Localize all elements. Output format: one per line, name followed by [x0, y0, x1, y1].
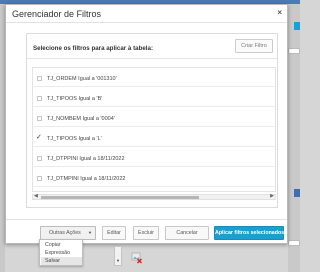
close-icon[interactable]: ×: [277, 8, 282, 17]
apply-filters-button[interactable]: Aplicar filtros selecionados: [214, 226, 284, 240]
filter-checkbox[interactable]: [37, 116, 42, 121]
cancel-button[interactable]: Cancelar: [165, 226, 209, 240]
menu-item-save[interactable]: Salvar: [41, 257, 82, 265]
filter-panel: Selecione os filtros para aplicar à tabe…: [26, 33, 278, 208]
filter-label: TJ_NOMBEM Igual a '0004': [47, 116, 115, 122]
dialog-title: Gerenciador de Filtros: [12, 9, 102, 19]
other-actions-label: Outras Ações: [49, 230, 81, 236]
filter-row[interactable]: TJ_TIPOOS Igual a 'L': [33, 131, 275, 147]
scroll-right-icon[interactable]: ▶: [270, 193, 274, 199]
filter-label: TJ_DTPPINI Igual a 18/11/2022: [47, 156, 125, 162]
filter-row[interactable]: TJ_ORDEM Igual a '001310': [33, 71, 275, 87]
filter-checkbox[interactable]: [37, 76, 42, 81]
app-side-tab[interactable]: [288, 48, 300, 54]
scroll-left-icon[interactable]: ◀: [34, 193, 38, 199]
filter-row[interactable]: TJ_TIPOOS Igual a 'B': [33, 91, 275, 107]
filter-prompt: Selecione os filtros para aplicar à tabe…: [33, 45, 154, 52]
app-side-button-secondary[interactable]: [294, 189, 300, 197]
create-filter-button[interactable]: Criar Filtro: [235, 39, 273, 53]
delete-button[interactable]: Excluir: [133, 226, 159, 240]
checkmark-icon[interactable]: [36, 133, 42, 141]
app-side-button[interactable]: [294, 22, 300, 30]
filter-checkbox[interactable]: [37, 156, 42, 161]
other-actions-menu: Copiar Expressão Salvar: [39, 239, 83, 266]
background-toggle-button[interactable]: ▼: [114, 246, 122, 266]
filter-list: TJ_ORDEM Igual a '001310' TJ_TIPOOS Igua…: [32, 67, 276, 192]
filter-row[interactable]: TJ_DTPPINI Igual a 18/11/2022: [33, 151, 275, 167]
edit-button[interactable]: Editar: [102, 226, 126, 240]
filter-label: TJ_TIPOOS Igual a 'L': [47, 136, 102, 142]
filter-label: TJ_TIPOOS Igual a 'B': [47, 96, 103, 102]
filter-row[interactable]: TJ_DTMPINI Igual a 18/11/2022: [33, 171, 275, 187]
filter-checkbox[interactable]: [37, 96, 42, 101]
filter-checkbox[interactable]: [37, 176, 42, 181]
dialog-header: Gerenciador de Filtros ×: [6, 5, 287, 23]
filter-row[interactable]: TJ_NOMBEM Igual a '0004': [33, 111, 275, 127]
caret-down-icon: ▼: [88, 230, 92, 235]
filter-label: TJ_DTMPINI Igual a 18/11/2022: [47, 176, 126, 182]
image-delete-icon[interactable]: [131, 252, 143, 264]
filter-label: TJ_ORDEM Igual a '001310': [47, 76, 117, 82]
filter-manager-dialog: Gerenciador de Filtros × Selecione os fi…: [5, 4, 288, 244]
menu-item-copy[interactable]: Copiar: [41, 241, 82, 249]
app-side-tab-lower[interactable]: [288, 240, 300, 246]
horizontal-scrollbar[interactable]: ◀ ▶: [32, 193, 276, 200]
panel-header: Selecione os filtros para aplicar à tabe…: [27, 34, 277, 59]
scroll-thumb[interactable]: [41, 196, 199, 199]
menu-item-expression[interactable]: Expressão: [41, 249, 82, 257]
other-actions-button[interactable]: Outras Ações ▼: [40, 226, 96, 240]
caret-down-icon: ▼: [116, 258, 120, 263]
app-right-strip: [288, 4, 300, 272]
